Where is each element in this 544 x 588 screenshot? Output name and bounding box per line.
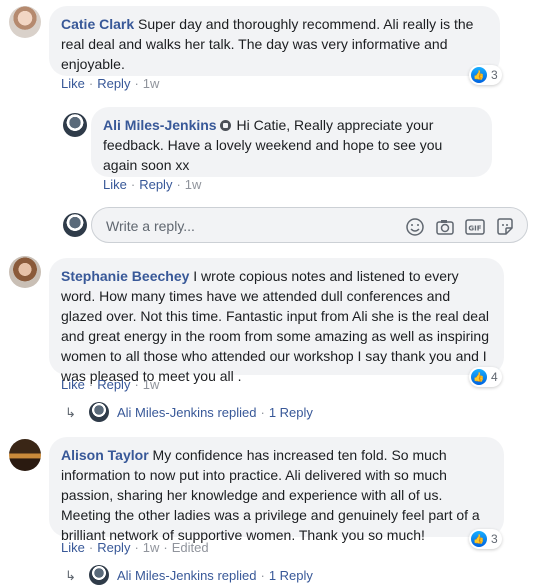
like-link[interactable]: Like [103,177,127,192]
comment-author[interactable]: Catie Clark [61,16,134,32]
reaction-number: 4 [491,370,498,384]
timestamp[interactable]: 1w [185,177,202,192]
comment-bubble-catie: Catie Clark Super day and thoroughly rec… [49,6,500,76]
reply-link[interactable]: Reply [97,76,130,91]
comment-bubble-alison: Alison Taylor My confidence has increase… [49,437,504,543]
comment-author[interactable]: Stephanie Beechey [61,268,189,284]
like-link[interactable]: Like [61,377,85,392]
avatar-alison-taylor[interactable] [9,439,41,471]
reply-link[interactable]: Reply [97,377,130,392]
reply-link[interactable]: Reply [97,540,130,555]
comment-actions: Like · Reply · 1w [61,377,160,392]
reply-arrow-icon: ↳ [65,405,76,420]
reply-composer[interactable]: GIF [91,207,528,243]
timestamp[interactable]: 1w [143,377,160,392]
reply-link[interactable]: Reply [139,177,172,192]
edited-label[interactable]: Edited [172,540,209,555]
comment-actions: Like · Reply · 1w · Edited [61,540,209,555]
like-link[interactable]: Like [61,540,85,555]
reply-input[interactable] [106,216,366,236]
comment-text: I wrote copious notes and listened to ev… [61,268,489,384]
replier-avatar [89,402,109,422]
like-icon: 👍 [471,369,487,385]
timestamp[interactable]: 1w [143,540,160,555]
camera-icon[interactable] [434,216,456,238]
avatar-ali-miles-jenkins[interactable] [63,113,87,137]
sticker-icon[interactable] [494,216,516,238]
reaction-count[interactable]: 👍 3 [469,529,502,549]
reaction-number: 3 [491,532,498,546]
svg-text:GIF: GIF [468,225,481,233]
reaction-number: 3 [491,68,498,82]
replied-author: Ali Miles-Jenkins [117,568,214,583]
timestamp[interactable]: 1w [143,76,160,91]
comment-bubble-stephanie: Stephanie Beechey I wrote copious notes … [49,258,504,384]
verified-badge-icon [219,120,231,131]
composer-avatar [63,213,87,237]
like-icon: 👍 [471,531,487,547]
replied-summary[interactable]: Ali Miles-Jenkins replied · 1 Reply [117,568,313,583]
reply-arrow-icon: ↳ [65,568,76,583]
replied-action: replied [217,405,257,420]
like-icon: 👍 [471,67,487,83]
avatar-catie-clark[interactable] [9,6,41,38]
comment-actions: Like · Reply · 1w [61,76,160,91]
reply-bubble-ali: Ali Miles-Jenkins Hi Catie, Really appre… [91,107,492,177]
gif-icon[interactable]: GIF [464,216,486,238]
reaction-count[interactable]: 👍 4 [469,367,502,387]
reply-actions: Like · Reply · 1w [103,177,202,192]
reply-author[interactable]: Ali Miles-Jenkins [103,117,217,133]
replied-count: 1 Reply [268,568,313,583]
reaction-count[interactable]: 👍 3 [469,65,502,85]
emoji-icon[interactable] [404,216,426,238]
replied-author: Ali Miles-Jenkins [117,405,214,420]
replied-summary[interactable]: Ali Miles-Jenkins replied · 1 Reply [117,405,313,420]
replier-avatar [89,565,109,585]
replied-action: replied [217,568,257,583]
replied-count: 1 Reply [268,405,313,420]
view-replies-link[interactable]: ↳ [65,405,84,421]
like-link[interactable]: Like [61,76,85,91]
avatar-stephanie-beechey[interactable] [9,256,41,288]
comment-author[interactable]: Alison Taylor [61,447,149,463]
view-replies-link[interactable]: ↳ [65,568,84,584]
